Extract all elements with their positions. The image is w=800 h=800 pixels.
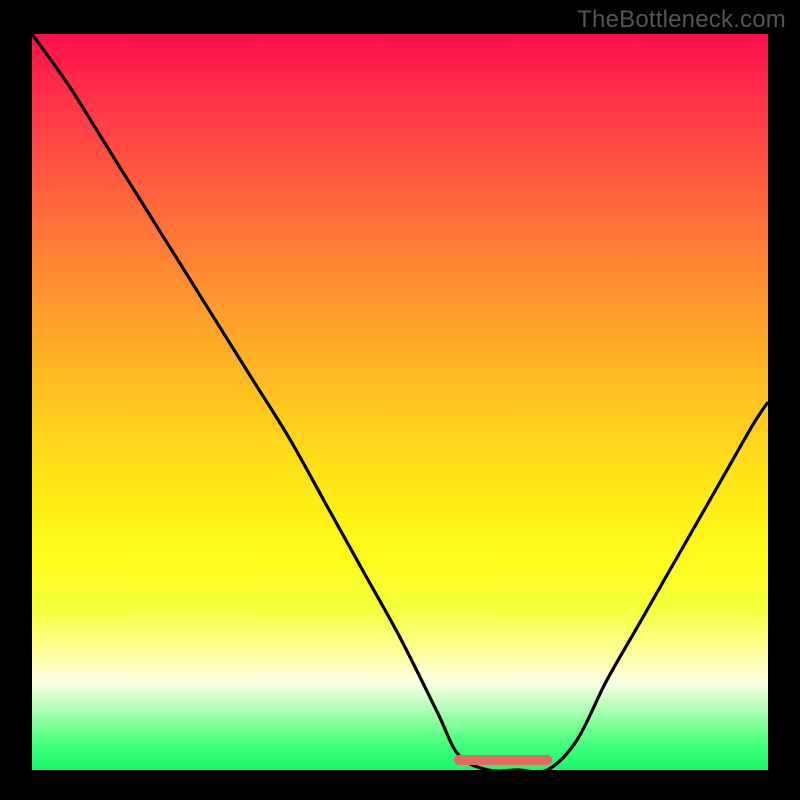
bottleneck-curve xyxy=(32,34,768,770)
watermark-text: TheBottleneck.com xyxy=(577,6,786,34)
chart-container: TheBottleneck.com xyxy=(0,0,800,800)
curve-path xyxy=(32,34,768,772)
plot-area xyxy=(32,34,768,770)
